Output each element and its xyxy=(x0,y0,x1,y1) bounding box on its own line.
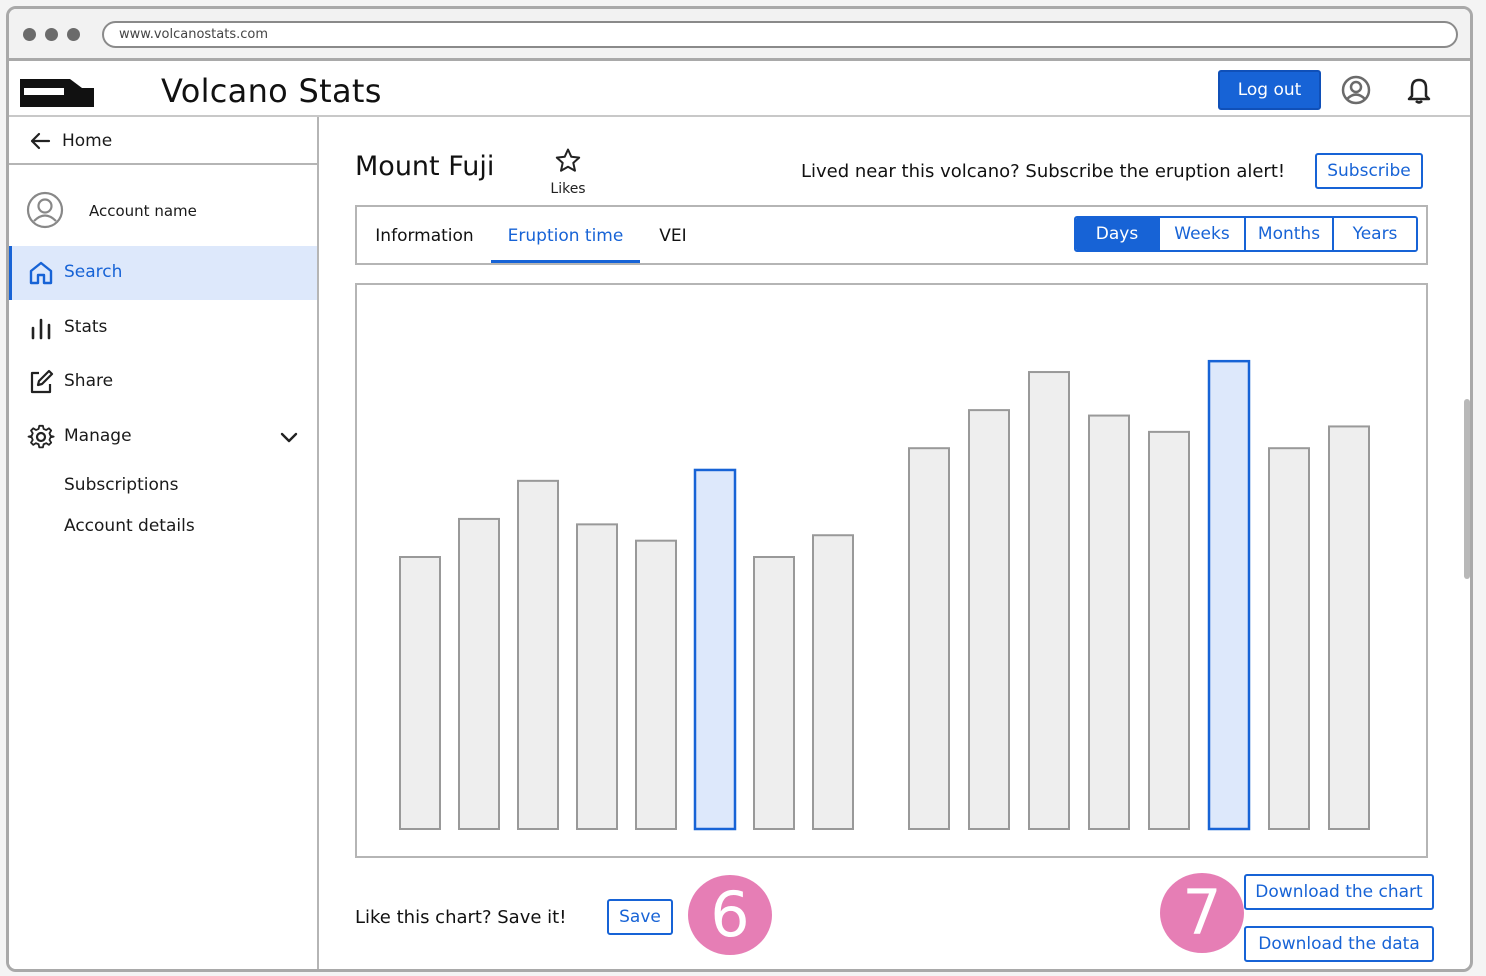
notification-bell-icon[interactable] xyxy=(1403,74,1435,106)
bar-chart-icon xyxy=(31,318,51,340)
scrollbar-thumb[interactable] xyxy=(1464,399,1470,579)
chart-bar xyxy=(753,556,795,830)
download-data-button[interactable]: Download the data xyxy=(1244,926,1434,962)
user-avatar-icon[interactable] xyxy=(1340,74,1372,106)
window-close-dot[interactable] xyxy=(23,28,36,41)
sidebar-home-label: Home xyxy=(62,131,113,151)
chart-bar xyxy=(1028,371,1070,830)
chevron-down-icon[interactable] xyxy=(279,427,299,447)
save-prompt: Like this chart? Save it! xyxy=(355,907,567,928)
tab-eruption-time[interactable]: Eruption time xyxy=(491,207,640,263)
sidebar-home-link[interactable]: Home xyxy=(9,117,317,165)
edit-icon xyxy=(30,369,54,394)
period-years-button[interactable]: Years xyxy=(1334,218,1416,250)
chart-bar xyxy=(399,556,441,830)
tab-information[interactable]: Information xyxy=(367,207,482,263)
sidebar-item-stats[interactable]: Stats xyxy=(9,301,317,355)
annotation-badge-7: 7 xyxy=(1160,873,1244,953)
period-weeks-button[interactable]: Weeks xyxy=(1160,218,1246,250)
eruption-time-chart xyxy=(355,283,1428,858)
star-icon xyxy=(555,148,581,172)
window-minimize-dot[interactable] xyxy=(45,28,58,41)
chart-bar xyxy=(812,534,854,831)
sidebar: Home Account name Search Stats Share Man… xyxy=(9,117,319,969)
gear-icon xyxy=(27,424,55,449)
app-title: Volcano Stats xyxy=(161,72,382,110)
address-bar[interactable]: www.volcanostats.com xyxy=(102,21,1458,48)
browser-toolbar: www.volcanostats.com xyxy=(9,9,1470,61)
subscribe-alert-text: Lived near this volcano? Subscribe the e… xyxy=(801,161,1286,182)
sidebar-item-share[interactable]: Share xyxy=(9,355,317,409)
save-chart-button[interactable]: Save xyxy=(607,899,673,935)
sidebar-item-label: Search xyxy=(64,262,123,282)
sidebar-item-search[interactable]: Search xyxy=(9,246,317,300)
chart-bar xyxy=(1088,414,1130,830)
annotation-badge-6: 6 xyxy=(688,875,772,955)
period-days-button[interactable]: Days xyxy=(1076,218,1160,250)
home-icon xyxy=(29,261,53,285)
chart-bar xyxy=(1148,430,1190,830)
period-selector: Days Weeks Months Years xyxy=(1074,216,1418,252)
main-content: Mount Fuji Likes Lived near this volcano… xyxy=(321,117,1466,969)
chart-bar xyxy=(1268,447,1310,830)
bar-chart xyxy=(399,359,1370,831)
volcano-name: Mount Fuji xyxy=(355,151,495,182)
chart-bar xyxy=(576,523,618,831)
likes-button[interactable]: Likes xyxy=(543,147,593,197)
browser-window: www.volcanostats.com Volcano Stats Log o… xyxy=(6,6,1473,972)
account-avatar-icon xyxy=(26,191,64,229)
chart-bar xyxy=(968,409,1010,831)
period-months-button[interactable]: Months xyxy=(1246,218,1334,250)
likes-label: Likes xyxy=(550,181,586,197)
subscribe-button[interactable]: Subscribe xyxy=(1315,153,1423,189)
chart-bar xyxy=(908,447,950,830)
download-chart-button[interactable]: Download the chart xyxy=(1244,874,1434,910)
sidebar-item-label: Stats xyxy=(64,317,108,337)
arrow-left-icon xyxy=(30,132,51,150)
chart-bar xyxy=(693,468,737,831)
sidebar-item-label: Manage xyxy=(64,426,132,446)
logout-button[interactable]: Log out xyxy=(1218,70,1321,110)
sidebar-subitem-subscriptions[interactable]: Subscriptions xyxy=(64,475,178,495)
logo-icon xyxy=(20,79,94,107)
window-maximize-dot[interactable] xyxy=(67,28,80,41)
chart-bar xyxy=(1328,425,1370,830)
sidebar-subitem-account-details[interactable]: Account details xyxy=(64,516,195,536)
chart-bar xyxy=(517,479,559,830)
app-header: Volcano Stats Log out xyxy=(9,64,1470,117)
sidebar-item-label: Share xyxy=(64,371,114,391)
chart-bar xyxy=(458,517,500,830)
tab-bar: Information Eruption time VEI Days Weeks… xyxy=(355,205,1428,265)
account-name: Account name xyxy=(89,202,197,220)
chart-bar xyxy=(1207,359,1251,831)
sidebar-item-manage[interactable]: Manage xyxy=(9,410,317,464)
chart-bar xyxy=(635,539,677,830)
tab-vei[interactable]: VEI xyxy=(645,207,701,263)
